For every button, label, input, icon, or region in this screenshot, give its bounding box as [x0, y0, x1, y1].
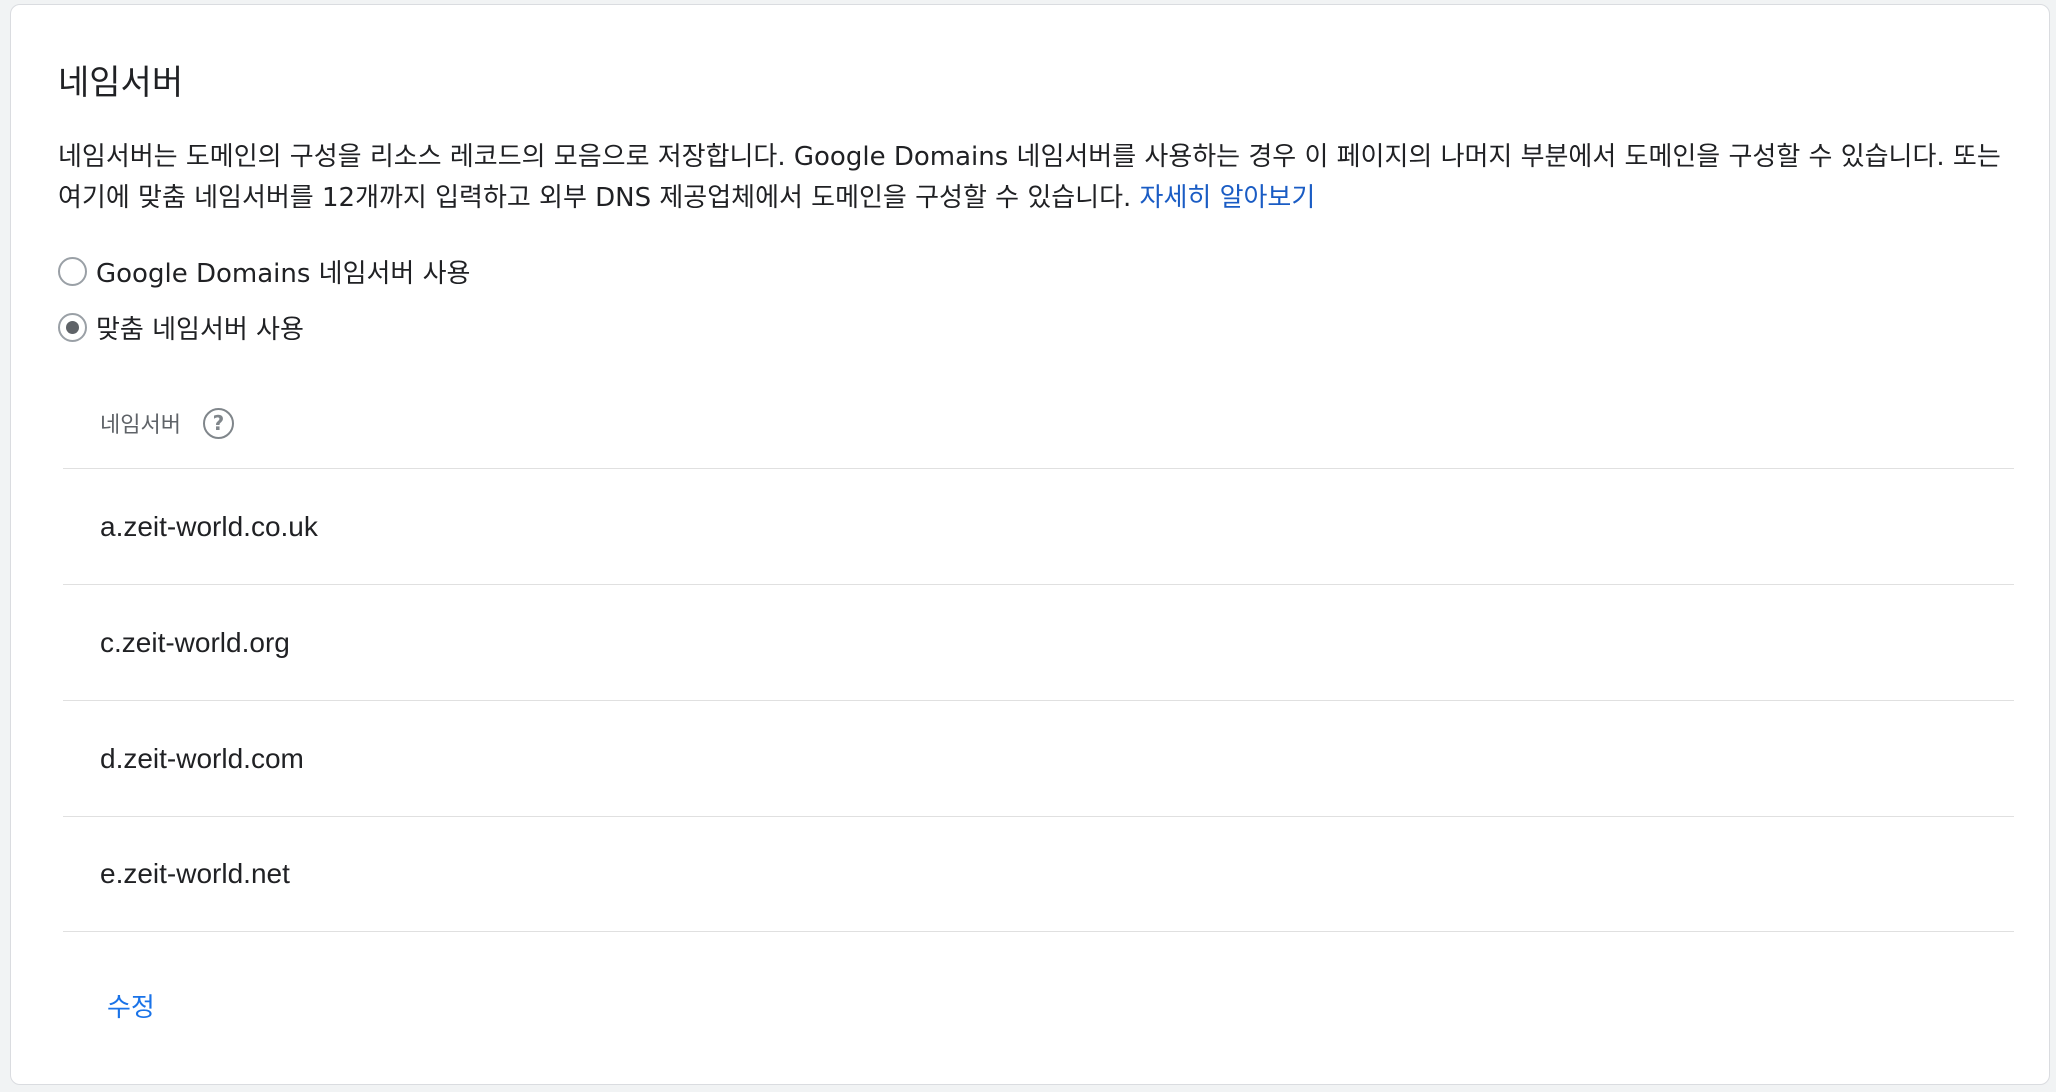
- column-header-label: 네임서버: [100, 413, 181, 438]
- learn-more-link[interactable]: 자세히 알아보기: [1140, 183, 1316, 213]
- nameserver-row: c.zeit-world.org: [63, 584, 2014, 700]
- radio-option-google-nameservers[interactable]: Google Domains 네임서버 사용: [58, 253, 470, 290]
- edit-button[interactable]: 수정: [107, 987, 155, 1024]
- nameserver-card: 네임서버 네임서버는 도메인의 구성을 리소스 레코드의 모음으로 저장합니다.…: [10, 4, 2050, 1085]
- description-body: 네임서버는 도메인의 구성을 리소스 레코드의 모음으로 저장합니다. Goog…: [58, 142, 2001, 213]
- radio-label-custom: 맞춤 네임서버 사용: [96, 315, 304, 345]
- radio-button-unchecked[interactable]: [58, 257, 87, 286]
- radio-label-google: Google Domains 네임서버 사용: [96, 259, 471, 289]
- description-text: 네임서버는 도메인의 구성을 리소스 레코드의 모음으로 저장합니다. Goog…: [58, 137, 2018, 219]
- nameserver-list: a.zeit-world.co.uk c.zeit-world.org d.ze…: [63, 468, 2014, 932]
- nameserver-column-header: 네임서버 ?: [100, 407, 234, 439]
- page-title: 네임서버: [58, 63, 184, 103]
- help-circle-icon[interactable]: ?: [202, 407, 234, 439]
- radio-button-checked[interactable]: [58, 313, 87, 342]
- radio-option-custom-nameservers[interactable]: 맞춤 네임서버 사용: [58, 309, 304, 346]
- nameserver-row: a.zeit-world.co.uk: [63, 468, 2014, 584]
- nameserver-row: d.zeit-world.com: [63, 700, 2014, 816]
- nameserver-row: e.zeit-world.net: [63, 816, 2014, 932]
